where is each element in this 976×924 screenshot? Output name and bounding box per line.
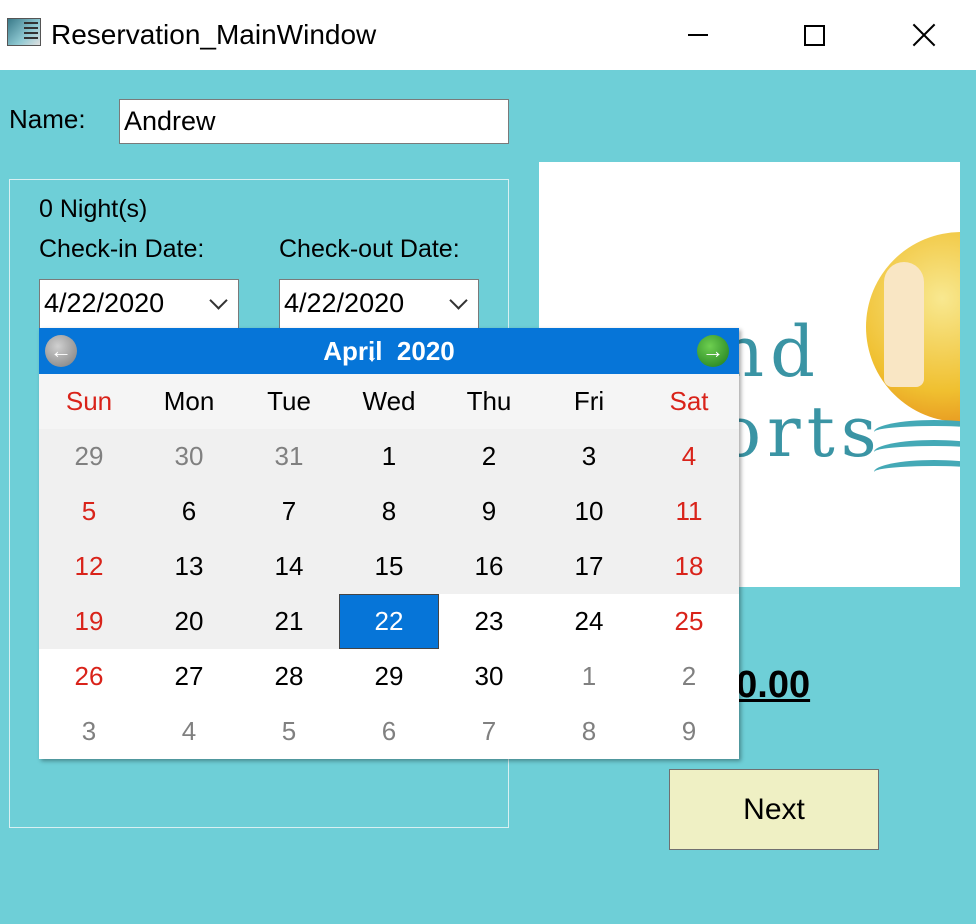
weekday-header: Thu — [439, 374, 539, 429]
calendar-day[interactable]: 17 — [539, 539, 639, 594]
next-month-button[interactable]: → — [697, 335, 729, 367]
calendar-day[interactable]: 7 — [439, 704, 539, 759]
window-title: Reservation_MainWindow — [51, 19, 377, 50]
calendar-day[interactable]: 4 — [639, 429, 739, 484]
calendar-day[interactable]: 29 — [339, 649, 439, 704]
calendar-day[interactable]: 5 — [239, 704, 339, 759]
nights-count: 0 Night(s) — [39, 195, 148, 223]
checkout-date-value: 4/22/2020 — [284, 288, 405, 318]
minimize-icon — [688, 34, 708, 36]
calendar-grid: Sun Mon Tue Wed Thu Fri Sat 29 30 31 1 2… — [39, 374, 739, 759]
calendar-day[interactable]: 1 — [339, 429, 439, 484]
checkout-label: Check-out Date: — [279, 235, 460, 263]
weekday-header: Mon — [139, 374, 239, 429]
calendar-day[interactable]: 31 — [239, 429, 339, 484]
checkin-datepicker[interactable]: 4/22/2020 — [39, 279, 239, 329]
calendar-day[interactable]: 9 — [639, 704, 739, 759]
calendar-day[interactable]: 25 — [639, 594, 739, 649]
calendar-day[interactable]: 24 — [539, 594, 639, 649]
calendar-day[interactable]: 14 — [239, 539, 339, 594]
calendar-day[interactable]: 7 — [239, 484, 339, 539]
close-button[interactable] — [872, 0, 976, 70]
calendar-day[interactable]: 29 — [39, 429, 139, 484]
calendar-day[interactable]: 16 — [439, 539, 539, 594]
checkout-datepicker[interactable]: 4/22/2020 — [279, 279, 479, 329]
calendar-day[interactable]: 6 — [339, 704, 439, 759]
calendar-day[interactable]: 9 — [439, 484, 539, 539]
calendar-day[interactable]: 26 — [39, 649, 139, 704]
calendar-day[interactable]: 13 — [139, 539, 239, 594]
calendar-day[interactable]: 18 — [639, 539, 739, 594]
wave-graphic — [874, 460, 960, 484]
calendar-day[interactable]: 11 — [639, 484, 739, 539]
calendar-header: ← April 2020 ↓ → — [39, 328, 739, 374]
name-label: Name: — [9, 104, 86, 134]
minimize-button[interactable] — [640, 0, 756, 70]
calendar-day[interactable]: 28 — [239, 649, 339, 704]
calendar-day[interactable]: 1 — [539, 649, 639, 704]
calendar-popup: ← April 2020 ↓ → Sun Mon Tue Wed Thu Fri… — [39, 328, 739, 759]
calendar-day[interactable]: 19 — [39, 594, 139, 649]
calendar-day[interactable]: 10 — [539, 484, 639, 539]
calendar-day[interactable]: 8 — [339, 484, 439, 539]
name-input[interactable]: Andrew — [119, 99, 509, 144]
calendar-day[interactable]: 27 — [139, 649, 239, 704]
maximize-icon — [803, 24, 825, 46]
calendar-day[interactable]: 20 — [139, 594, 239, 649]
mouse-cursor-icon: ↓ — [366, 340, 378, 367]
calendar-day[interactable]: 5 — [39, 484, 139, 539]
calendar-day[interactable]: 30 — [139, 429, 239, 484]
calendar-day-selected[interactable]: 22 — [339, 594, 439, 649]
next-button[interactable]: Next — [669, 769, 879, 850]
maximize-button[interactable] — [756, 0, 872, 70]
calendar-day[interactable]: 4 — [139, 704, 239, 759]
calendar-day[interactable]: 3 — [539, 429, 639, 484]
app-window-icon — [7, 18, 41, 46]
calendar-day[interactable]: 2 — [639, 649, 739, 704]
title-bar: Reservation_MainWindow — [0, 0, 976, 70]
chevron-down-icon[interactable] — [209, 291, 228, 310]
calendar-day[interactable]: 12 — [39, 539, 139, 594]
chevron-down-icon[interactable] — [449, 291, 468, 310]
arrow-right-icon: → — [702, 338, 724, 363]
calendar-day[interactable]: 15 — [339, 539, 439, 594]
calendar-day[interactable]: 6 — [139, 484, 239, 539]
calendar-month-year[interactable]: April 2020 — [39, 336, 739, 367]
close-icon — [912, 23, 936, 47]
calendar-day[interactable]: 2 — [439, 429, 539, 484]
calendar-day[interactable]: 30 — [439, 649, 539, 704]
weekday-header: Sun — [39, 374, 139, 429]
checkin-date-value: 4/22/2020 — [44, 288, 165, 318]
calendar-day[interactable]: 23 — [439, 594, 539, 649]
weekday-header: Fri — [539, 374, 639, 429]
calendar-day[interactable]: 3 — [39, 704, 139, 759]
checkin-label: Check-in Date: — [39, 235, 205, 263]
weekday-header: Tue — [239, 374, 339, 429]
weekday-header: Wed — [339, 374, 439, 429]
calendar-day[interactable]: 8 — [539, 704, 639, 759]
weekday-header: Sat — [639, 374, 739, 429]
calendar-year: 2020 — [396, 336, 455, 366]
calendar-day[interactable]: 21 — [239, 594, 339, 649]
